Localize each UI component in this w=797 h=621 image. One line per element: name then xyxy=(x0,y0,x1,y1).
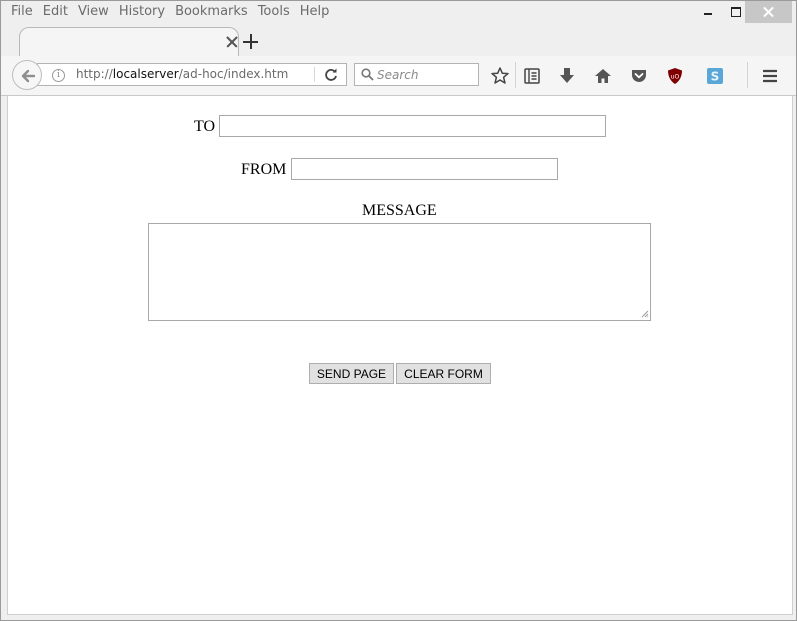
menu-file[interactable]: File xyxy=(11,4,33,20)
s-extension-icon[interactable]: S xyxy=(705,66,725,86)
tab-close-icon[interactable] xyxy=(225,35,239,49)
send-page-button[interactable]: SEND PAGE xyxy=(309,363,394,384)
message-label: MESSAGE xyxy=(362,202,437,219)
url-separator xyxy=(314,67,315,82)
url-host: localserver xyxy=(112,67,179,81)
url-path: /ad-hoc/index.htm xyxy=(178,67,289,81)
to-label: TO xyxy=(194,118,216,135)
browser-window: File Edit View History Bookmarks Tools H… xyxy=(0,0,797,621)
clear-form-button[interactable]: CLEAR FORM xyxy=(396,363,491,384)
reading-list-icon[interactable] xyxy=(522,66,542,86)
info-icon[interactable]: i xyxy=(52,69,65,82)
close-window-button[interactable] xyxy=(745,1,792,23)
svg-text:S: S xyxy=(711,70,720,84)
toolbar-separator xyxy=(747,62,748,88)
back-button[interactable] xyxy=(12,60,42,90)
search-input[interactable] xyxy=(377,66,473,83)
to-input[interactable] xyxy=(219,115,606,137)
resize-grip-icon[interactable] xyxy=(641,310,649,318)
nav-bar: i http://localserver/ad-hoc/index.htm uO… xyxy=(1,56,796,96)
magnifier-icon xyxy=(361,68,374,81)
menu-view[interactable]: View xyxy=(78,4,109,20)
url-text[interactable]: http://localserver/ad-hoc/index.htm xyxy=(76,67,288,81)
ublock-shield-icon[interactable]: uO xyxy=(665,66,685,86)
svg-text:uO: uO xyxy=(671,74,680,81)
page-content: TO FROM MESSAGE SEND PAGE CLEAR FORM xyxy=(7,96,793,615)
hamburger-icon[interactable] xyxy=(760,66,780,86)
pocket-icon[interactable] xyxy=(629,66,649,86)
download-arrow-icon[interactable] xyxy=(557,66,577,86)
menu-tools[interactable]: Tools xyxy=(258,4,290,20)
message-textarea[interactable] xyxy=(148,223,651,321)
from-label: FROM xyxy=(241,161,287,178)
star-icon[interactable] xyxy=(490,66,510,86)
from-input[interactable] xyxy=(291,158,558,180)
url-scheme: http:// xyxy=(76,67,113,81)
menu-edit[interactable]: Edit xyxy=(43,4,68,20)
back-arrow-icon xyxy=(21,69,36,83)
reload-icon[interactable] xyxy=(323,67,339,83)
menu-list: File Edit View History Bookmarks Tools H… xyxy=(5,4,333,20)
menu-bar: File Edit View History Bookmarks Tools H… xyxy=(1,1,796,24)
toolbar-separator xyxy=(515,62,516,88)
menu-history[interactable]: History xyxy=(119,4,165,20)
new-tab-button[interactable] xyxy=(242,33,260,51)
address-bar[interactable]: i http://localserver/ad-hoc/index.htm xyxy=(37,63,347,86)
tab-strip xyxy=(1,24,796,57)
menu-bookmarks[interactable]: Bookmarks xyxy=(175,4,248,20)
menu-help[interactable]: Help xyxy=(300,4,330,20)
tab-active[interactable] xyxy=(19,27,239,57)
minimize-button[interactable] xyxy=(695,1,721,23)
home-icon[interactable] xyxy=(593,66,613,86)
search-bar[interactable] xyxy=(354,63,479,86)
